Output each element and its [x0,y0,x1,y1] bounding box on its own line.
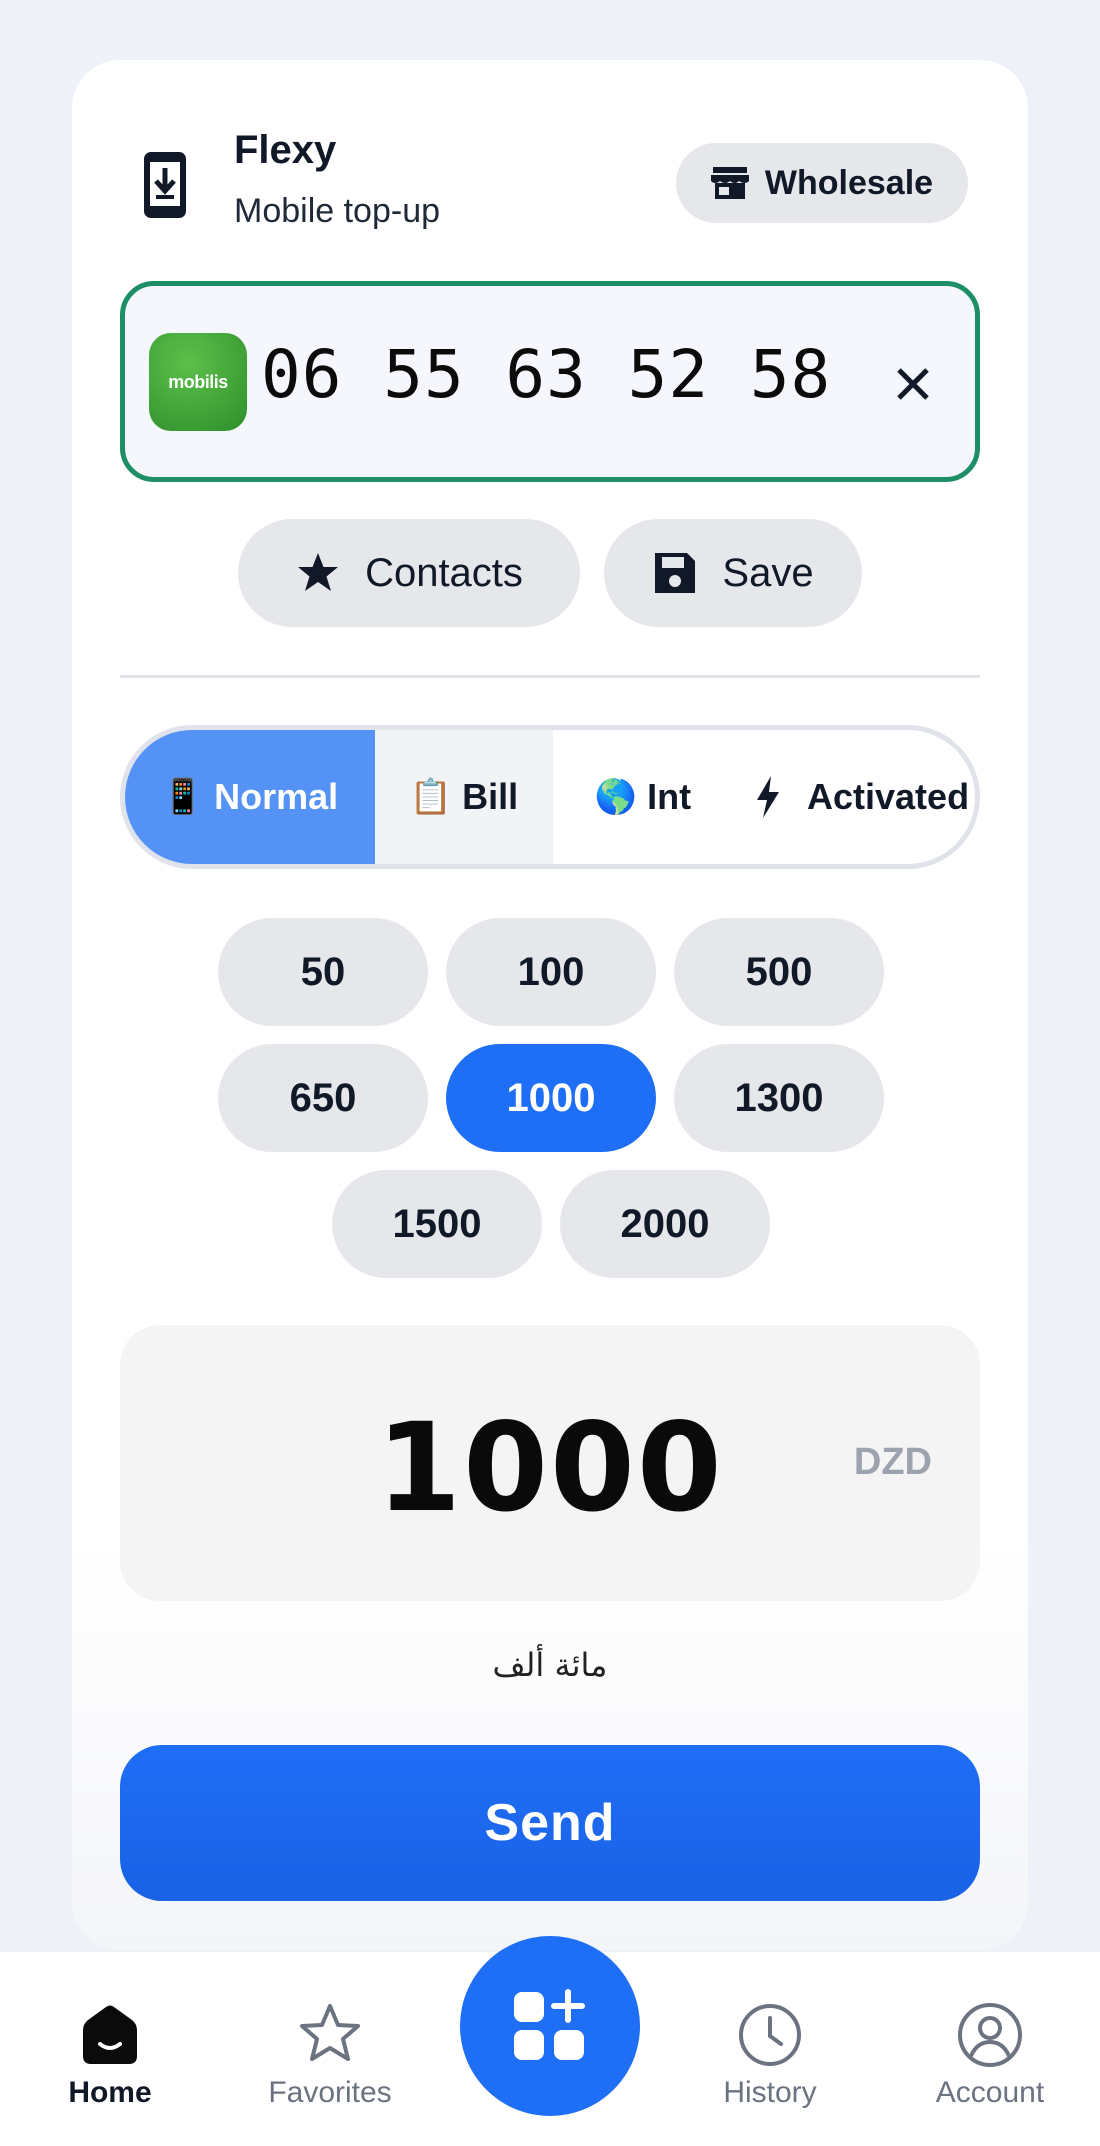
star-outline-icon [300,2004,360,2061]
clipboard-icon: 📋 [409,777,453,817]
tab-activated-label: Activated [807,776,970,817]
amount-option-50[interactable]: 50 [218,918,428,1026]
page-subtitle: Mobile top-up [234,192,441,230]
phone-download-icon [144,152,186,218]
floppy-disk-icon [655,553,696,593]
phone-number-value[interactable]: 06 55 63 52 58 [261,336,831,413]
globe-icon: 🌎 [594,777,638,817]
tab-int[interactable]: 🌎 Int [553,730,733,864]
contacts-button[interactable]: Contacts [238,519,580,627]
lightning-icon [757,776,779,818]
tab-bill-label: Bill [462,776,519,817]
page-title: Flexy [234,128,337,172]
nav-history[interactable]: History [680,2000,860,2110]
amount-option-2000[interactable]: 2000 [560,1170,770,1278]
add-service-button[interactable] [460,1936,640,2116]
nav-home-label: Home [68,2076,152,2109]
nav-account-label: Account [935,2076,1045,2109]
amount-option-1000[interactable]: 1000 [446,1044,656,1152]
send-button[interactable]: Send [120,1745,980,1901]
amount-option-1500[interactable]: 1500 [332,1170,542,1278]
tab-bill[interactable]: 📋 Bill [375,730,553,864]
nav-history-label: History [723,2076,817,2109]
tab-int-label: Int [647,776,692,817]
store-icon [710,167,749,199]
home-icon [83,2005,137,2064]
nav-home[interactable]: Home [20,2000,200,2110]
grid-plus-icon [514,1989,585,2060]
clear-icon[interactable] [885,356,941,412]
operator-logo: mobilis [149,333,247,431]
nav-favorites[interactable]: Favorites [240,2000,420,2110]
amount-option-500[interactable]: 500 [674,918,884,1026]
save-label: Save [722,550,814,595]
amount-input[interactable]: 1000 DZD [120,1325,980,1601]
tab-normal-label: Normal [214,776,339,817]
contacts-label: Contacts [365,550,523,595]
tab-activated[interactable]: Activated [733,730,975,864]
amount-option-650[interactable]: 650 [218,1044,428,1152]
wholesale-button[interactable]: Wholesale [676,143,968,223]
currency-label: DZD [853,1441,932,1483]
star-icon [298,553,339,591]
operator-logo-text: mobilis [168,371,228,392]
user-circle-icon [958,2003,1022,2067]
mobile-phone-icon: 📱 [161,777,205,817]
tab-normal[interactable]: 📱 Normal [125,730,375,864]
divider [120,675,980,678]
amount-option-1300[interactable]: 1300 [674,1044,884,1152]
phone-number-field[interactable]: mobilis 06 55 63 52 58 [120,281,980,482]
save-button[interactable]: Save [604,519,862,627]
clock-icon [739,2004,801,2066]
nav-favorites-label: Favorites [268,2076,392,2109]
amount-in-words: مائة ألف [492,1646,608,1684]
wholesale-label: Wholesale [764,163,934,202]
amount-value[interactable]: 1000 [120,1397,980,1539]
topup-type-tabs: 📱 Normal 📋 Bill 🌎 Int Activated [120,725,980,869]
nav-account[interactable]: Account [900,2000,1080,2110]
amount-option-100[interactable]: 100 [446,918,656,1026]
